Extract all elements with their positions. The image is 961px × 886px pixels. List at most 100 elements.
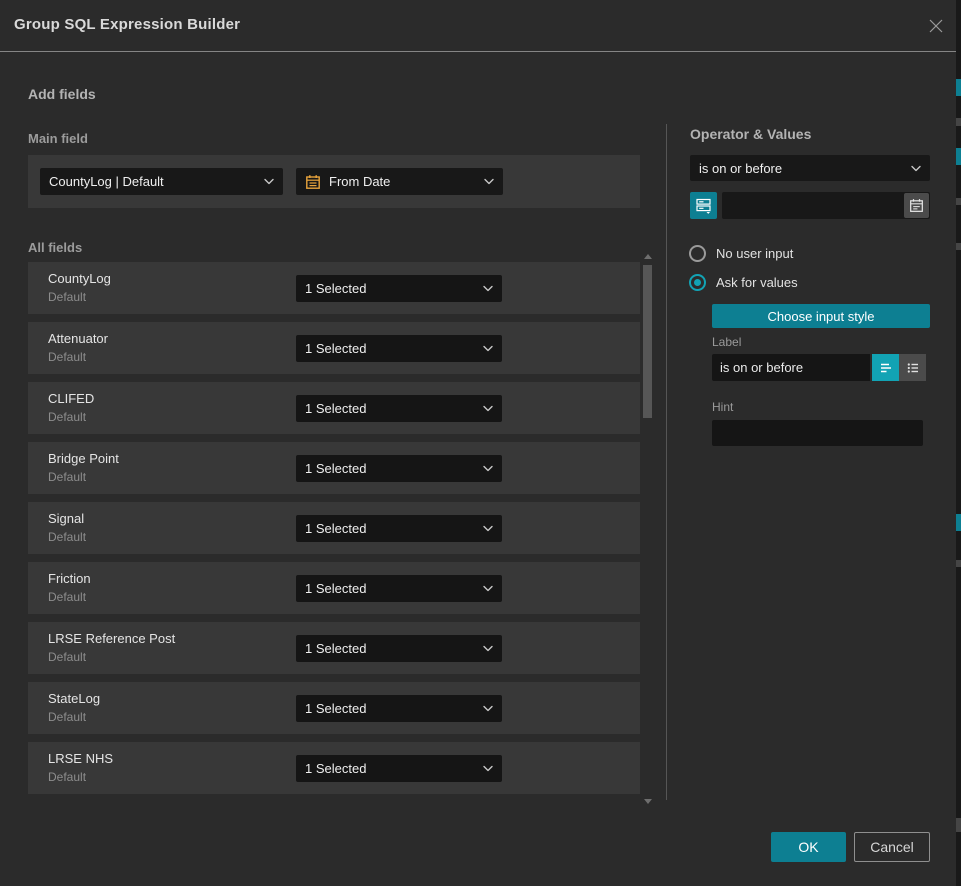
edge-mark (956, 118, 961, 126)
radio-no-user-input-label: No user input (716, 246, 793, 261)
field-name: StateLog (48, 691, 100, 706)
field-row: StateLog Default 1 Selected (28, 682, 640, 734)
operator-dropdown[interactable]: is on or before (690, 155, 930, 181)
field-row: Attenuator Default 1 Selected (28, 322, 640, 374)
field-name: Bridge Point (48, 451, 119, 466)
edge-mark (956, 198, 961, 205)
close-icon (928, 18, 944, 34)
field-selection-dropdown[interactable]: 1 Selected (296, 515, 502, 542)
chevron-down-icon (483, 405, 493, 412)
label-caption: Label (712, 335, 741, 349)
scroll-down-arrow-icon[interactable] (644, 799, 652, 804)
panel-divider (666, 124, 667, 800)
group-sql-expression-builder-dialog: Group SQL Expression Builder Add fields … (0, 0, 961, 886)
scroll-up-arrow-icon[interactable] (644, 254, 652, 259)
field-selection-value: 1 Selected (305, 281, 366, 296)
scrollbar-thumb[interactable] (643, 265, 652, 418)
field-selection-dropdown[interactable]: 1 Selected (296, 395, 502, 422)
background-page-edge (956, 0, 961, 886)
field-subtype: Default (48, 350, 86, 364)
field-selection-dropdown[interactable]: 1 Selected (296, 575, 502, 602)
main-field-field-value: From Date (329, 174, 390, 189)
field-selection-dropdown[interactable]: 1 Selected (296, 635, 502, 662)
radio-circle-selected-icon (689, 274, 706, 291)
radio-circle-icon (689, 245, 706, 262)
field-selection-dropdown[interactable]: 1 Selected (296, 695, 502, 722)
chevron-down-icon (911, 165, 921, 172)
chevron-down-icon (483, 705, 493, 712)
dialog-title: Group SQL Expression Builder (14, 16, 240, 33)
field-subtype: Default (48, 710, 86, 724)
label-input[interactable] (712, 354, 870, 381)
calendar-icon (909, 198, 924, 213)
bullet-list-icon (905, 360, 921, 376)
ok-button[interactable]: OK (771, 832, 846, 862)
edge-mark (956, 514, 961, 531)
operator-value: is on or before (699, 161, 782, 176)
field-subtype: Default (48, 770, 86, 784)
field-selection-value: 1 Selected (305, 581, 366, 596)
list-style-button[interactable] (899, 354, 926, 381)
chevron-down-icon (484, 178, 494, 185)
chevron-down-icon (483, 285, 493, 292)
field-row: LRSE Reference Post Default 1 Selected (28, 622, 640, 674)
radio-ask-for-values-label: Ask for values (716, 275, 798, 290)
fields-scrollbar[interactable] (642, 254, 654, 804)
radio-ask-for-values[interactable]: Ask for values (689, 274, 798, 291)
field-subtype: Default (48, 650, 86, 664)
label-style-toggle (872, 354, 926, 381)
add-fields-heading: Add fields (28, 86, 96, 102)
hint-caption: Hint (712, 400, 733, 414)
field-selection-value: 1 Selected (305, 521, 366, 536)
field-selection-dropdown[interactable]: 1 Selected (296, 275, 502, 302)
field-selection-dropdown[interactable]: 1 Selected (296, 455, 502, 482)
chevron-down-icon (483, 345, 493, 352)
calendar-date-icon (305, 174, 321, 190)
unique-values-button[interactable] (690, 192, 717, 219)
field-selection-value: 1 Selected (305, 401, 366, 416)
cancel-button[interactable]: Cancel (854, 832, 930, 862)
field-selection-value: 1 Selected (305, 341, 366, 356)
radio-no-user-input[interactable]: No user input (689, 245, 793, 262)
field-selection-dropdown[interactable]: 1 Selected (296, 755, 502, 782)
all-fields-heading: All fields (28, 240, 82, 255)
hint-input[interactable] (712, 420, 923, 446)
main-field-source-dropdown[interactable]: CountyLog | Default (40, 168, 283, 195)
operator-values-heading: Operator & Values (690, 126, 811, 142)
date-value-input[interactable] (722, 192, 930, 219)
field-name: CountyLog (48, 271, 111, 286)
field-subtype: Default (48, 590, 86, 604)
main-field-field-dropdown[interactable]: From Date (296, 168, 503, 195)
stacked-values-icon (695, 197, 712, 214)
main-field-panel: CountyLog | Default From Date (28, 155, 640, 208)
field-row: Friction Default 1 Selected (28, 562, 640, 614)
dialog-titlebar: Group SQL Expression Builder (0, 0, 956, 52)
chevron-down-icon (483, 765, 493, 772)
edge-mark (956, 148, 961, 165)
close-button[interactable] (925, 15, 947, 37)
field-row: CLIFED Default 1 Selected (28, 382, 640, 434)
chevron-down-icon (483, 525, 493, 532)
edge-mark (956, 243, 961, 250)
field-selection-dropdown[interactable]: 1 Selected (296, 335, 502, 362)
chevron-down-icon (483, 585, 493, 592)
field-name: LRSE NHS (48, 751, 113, 766)
main-field-heading: Main field (28, 131, 88, 146)
field-row: Bridge Point Default 1 Selected (28, 442, 640, 494)
date-picker-button[interactable] (904, 193, 929, 218)
all-fields-list: CountyLog Default 1 Selected Attenuator … (28, 262, 640, 794)
field-row: CountyLog Default 1 Selected (28, 262, 640, 314)
field-row: LRSE NHS Default 1 Selected (28, 742, 640, 794)
field-subtype: Default (48, 290, 86, 304)
single-line-style-button[interactable] (872, 354, 899, 381)
field-subtype: Default (48, 410, 86, 424)
edge-mark (956, 818, 961, 832)
field-subtype: Default (48, 470, 86, 484)
edge-mark (956, 560, 961, 567)
field-selection-value: 1 Selected (305, 761, 366, 776)
chevron-down-icon (483, 645, 493, 652)
chevron-down-icon (483, 465, 493, 472)
field-selection-value: 1 Selected (305, 461, 366, 476)
choose-input-style-button[interactable]: Choose input style (712, 304, 930, 328)
field-selection-value: 1 Selected (305, 701, 366, 716)
